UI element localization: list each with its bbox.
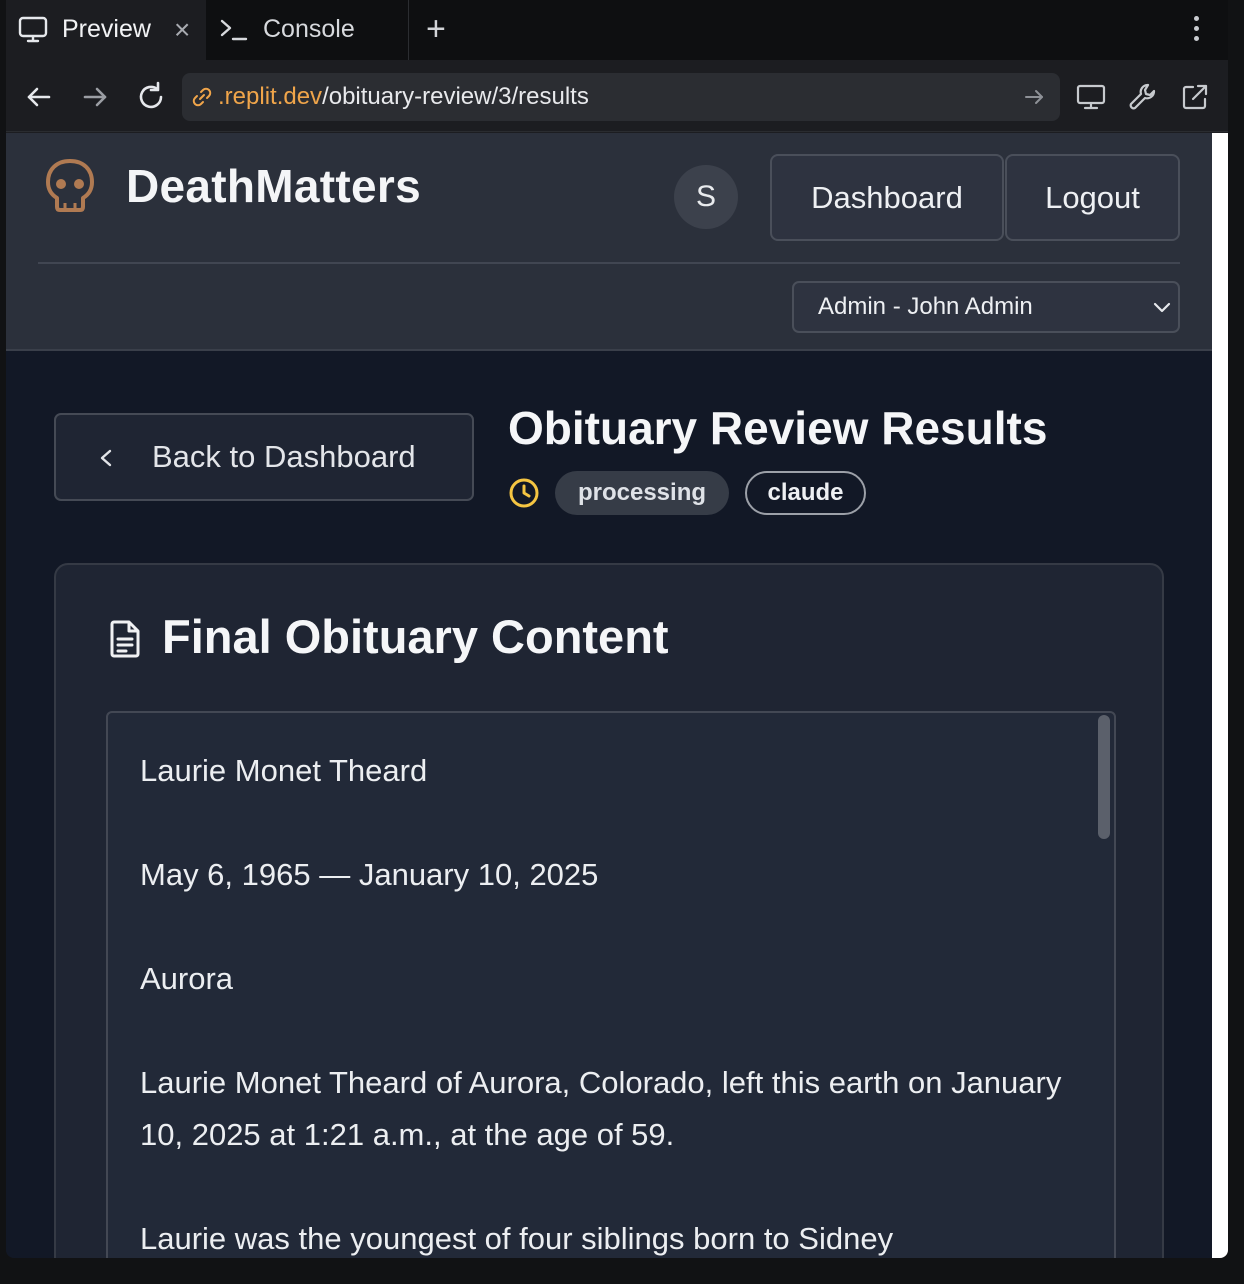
url-domain: .replit.dev [218,83,323,110]
app-header: DeathMatters S Dashboard Logout Admin - … [6,133,1212,351]
scrollbar-thumb[interactable] [1098,715,1110,839]
back-to-dashboard-button[interactable]: Back to Dashboard [54,413,474,501]
tab-console-label: Console [263,15,355,43]
obituary-name-line: Laurie Monet Theard [140,753,428,788]
tab-console[interactable]: Console [207,0,409,60]
card-title: Final Obituary Content [162,610,669,663]
user-role-select-value: Admin - John Admin [818,293,1033,320]
dashboard-button[interactable]: Dashboard [770,154,1004,241]
status-badge: processing [555,471,729,515]
more-options-icon[interactable] [1186,16,1206,46]
navigation-bar: .replit.dev/obituary-review/3/results [6,60,1228,132]
reload-icon[interactable] [134,80,168,114]
browser-window: Preview × Console + .replit.dev/obituary… [6,0,1228,1258]
chevron-left-icon [100,449,112,467]
url-bar[interactable]: .replit.dev/obituary-review/3/results [182,73,1060,121]
url-text: .replit.dev/obituary-review/3/results [218,83,589,111]
new-tab-button[interactable]: + [426,12,446,46]
close-tab-icon[interactable]: × [174,14,190,46]
back-arrow-icon[interactable] [22,80,56,114]
document-icon [110,620,140,658]
logout-button[interactable]: Logout [1005,154,1180,241]
obituary-paragraph: Laurie Monet Theard of Aurora, Colorado,… [140,1065,1062,1152]
page-title: Obituary Review Results [508,402,1048,454]
obituary-location-line: Aurora [140,961,234,996]
skull-logo-icon [46,159,94,212]
obituary-content-card: Final Obituary Content Laurie Monet Thea… [54,563,1164,1258]
page-scrollbar-track[interactable] [1212,133,1228,1258]
user-avatar[interactable]: S [674,165,738,229]
clock-icon [509,478,539,508]
forward-arrow-icon[interactable] [78,80,112,114]
terminal-icon [220,19,248,41]
monitor-icon [18,16,48,43]
obituary-dates-line: May 6, 1965 — January 10, 2025 [140,857,599,892]
back-to-dashboard-label: Back to Dashboard [152,439,416,474]
link-icon [192,87,212,107]
model-badge: claude [745,471,866,515]
tab-preview[interactable]: Preview × [6,0,206,60]
tab-bar: Preview × Console + [6,0,1228,60]
header-divider [38,262,1180,264]
go-arrow-icon[interactable] [1022,85,1046,109]
devices-icon[interactable] [1074,80,1108,114]
app-viewport: DeathMatters S Dashboard Logout Admin - … [6,133,1212,1258]
brand-name: DeathMatters [126,160,422,212]
tab-preview-label: Preview [62,15,151,43]
chevron-down-icon [1153,302,1171,313]
open-external-icon[interactable] [1178,80,1212,114]
user-role-select[interactable]: Admin - John Admin [792,281,1180,333]
obituary-text-area[interactable]: Laurie Monet Theard May 6, 1965 — Januar… [106,711,1116,1258]
wrench-icon[interactable] [1126,80,1160,114]
obituary-paragraph: Laurie was the youngest of four siblings… [140,1221,894,1256]
url-path: /obituary-review/3/results [322,83,589,110]
